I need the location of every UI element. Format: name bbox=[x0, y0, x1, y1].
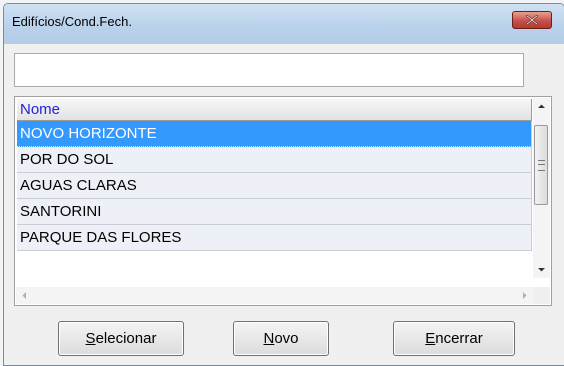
scroll-right-button[interactable] bbox=[516, 287, 533, 304]
scroll-down-icon bbox=[538, 268, 545, 272]
vertical-scrollbar[interactable] bbox=[533, 98, 550, 278]
scroll-down-button[interactable] bbox=[533, 261, 550, 278]
selecionar-mnemonic: S bbox=[85, 330, 96, 347]
dialog-window: Edifícios/Cond.Fech. Nome NOVO HORIZONTE… bbox=[3, 3, 564, 366]
grid-table: Nome NOVO HORIZONTE POR DO SOL AGUAS CLA… bbox=[17, 99, 532, 251]
scroll-corner bbox=[533, 287, 550, 304]
selecionar-button[interactable]: Selecionar bbox=[58, 321, 184, 356]
novo-button[interactable]: Novo bbox=[233, 321, 329, 356]
search-input[interactable] bbox=[14, 53, 524, 87]
list-item[interactable]: NOVO HORIZONTE bbox=[17, 121, 532, 147]
scroll-up-icon bbox=[538, 104, 545, 108]
scroll-right-icon bbox=[523, 292, 527, 299]
close-icon bbox=[526, 15, 538, 25]
list-item[interactable]: AGUAS CLARAS bbox=[17, 173, 532, 199]
scroll-left-button[interactable] bbox=[16, 287, 33, 304]
window-title: Edifícios/Cond.Fech. bbox=[12, 14, 132, 29]
encerrar-label: ncerrar bbox=[435, 330, 483, 347]
novo-label: ovo bbox=[274, 330, 299, 347]
title-bar[interactable]: Edifícios/Cond.Fech. bbox=[4, 4, 564, 44]
scroll-left-icon bbox=[22, 292, 26, 299]
column-header-nome[interactable]: Nome bbox=[17, 99, 532, 121]
scroll-up-button[interactable] bbox=[533, 98, 550, 115]
list-grid[interactable]: Nome NOVO HORIZONTE POR DO SOL AGUAS CLA… bbox=[14, 96, 552, 306]
encerrar-mnemonic: E bbox=[425, 330, 436, 347]
novo-mnemonic: N bbox=[263, 330, 275, 347]
close-button[interactable] bbox=[512, 11, 552, 29]
encerrar-button[interactable]: Encerrar bbox=[393, 321, 515, 356]
grip-icon bbox=[538, 160, 545, 171]
list-item[interactable]: PARQUE DAS FLORES bbox=[17, 225, 532, 251]
selecionar-label: elecionar bbox=[95, 330, 157, 347]
scroll-thumb[interactable] bbox=[534, 125, 548, 205]
horizontal-scrollbar[interactable] bbox=[16, 287, 533, 304]
list-item[interactable]: SANTORINI bbox=[17, 199, 532, 225]
list-item[interactable]: POR DO SOL bbox=[17, 147, 532, 173]
